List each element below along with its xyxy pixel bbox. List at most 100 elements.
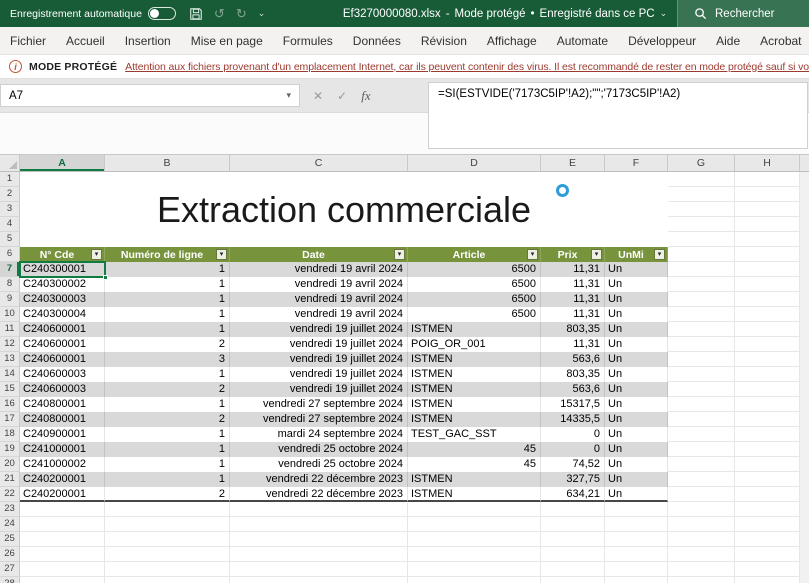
cell-F16[interactable]: Un [605,397,668,412]
cell-B25[interactable] [105,532,230,547]
select-all-corner[interactable] [0,155,20,171]
cell-H24[interactable] [735,517,800,532]
filter-button[interactable]: ▾ [394,249,405,260]
table-header-E6[interactable]: Prix▾ [541,247,605,262]
cell-H26[interactable] [735,547,800,562]
cell-F26[interactable] [605,547,668,562]
filter-button[interactable]: ▾ [91,249,102,260]
cell-A25[interactable] [20,532,105,547]
cell-F9[interactable]: Un [605,292,668,307]
cell-B19[interactable]: 1 [105,442,230,457]
cell-B17[interactable]: 2 [105,412,230,427]
cell-A9[interactable]: C240300003 [20,292,105,307]
cell-E24[interactable] [541,517,605,532]
cell-D24[interactable] [408,517,541,532]
cell-G21[interactable] [668,472,735,487]
cell-G26[interactable] [668,547,735,562]
cell-D9[interactable]: 6500 [408,292,541,307]
cell-H5[interactable] [735,232,800,247]
row-header-17[interactable]: 17 [0,412,20,427]
table-header-B6[interactable]: Numéro de ligne▾ [105,247,230,262]
cell-H2[interactable] [735,187,800,202]
row-header-7[interactable]: 7 [0,262,20,277]
ribbon-tab-acrobat[interactable]: Acrobat [750,27,809,54]
cell-G8[interactable] [668,277,735,292]
cell-D25[interactable] [408,532,541,547]
row-header-26[interactable]: 26 [0,547,20,562]
cell-B28[interactable] [105,577,230,583]
cell-A19[interactable]: C241000001 [20,442,105,457]
cell-D8[interactable]: 6500 [408,277,541,292]
cell-H17[interactable] [735,412,800,427]
cell-H20[interactable] [735,457,800,472]
cell-D13[interactable]: ISTMEN [408,352,541,367]
cell-G4[interactable] [668,217,735,232]
cell-C25[interactable] [230,532,408,547]
cell-C21[interactable]: vendredi 22 décembre 2023 [230,472,408,487]
cell-A15[interactable]: C240600003 [20,382,105,397]
row-header-28[interactable]: 28 [0,577,20,583]
cell-E27[interactable] [541,562,605,577]
search-box[interactable]: Rechercher [677,0,809,27]
row-header-11[interactable]: 11 [0,322,20,337]
cell-F13[interactable]: Un [605,352,668,367]
cell-G19[interactable] [668,442,735,457]
cell-C28[interactable] [230,577,408,583]
cell-D11[interactable]: ISTMEN [408,322,541,337]
cell-E12[interactable]: 11,31 [541,337,605,352]
cell-E22[interactable]: 634,21 [541,487,605,502]
cell-D20[interactable]: 45 [408,457,541,472]
cell-A22[interactable]: C240200001 [20,487,105,502]
cell-A28[interactable] [20,577,105,583]
redo-icon[interactable]: ↻ [236,7,247,20]
cell-H10[interactable] [735,307,800,322]
cell-A14[interactable]: C240600003 [20,367,105,382]
cell-C14[interactable]: vendredi 19 juillet 2024 [230,367,408,382]
formula-input[interactable]: =SI(ESTVIDE('7173C5IP'!A2);"";'7173C5IP'… [428,82,808,149]
cell-E15[interactable]: 563,6 [541,382,605,397]
cell-G11[interactable] [668,322,735,337]
ribbon-tab-insertion[interactable]: Insertion [115,27,181,54]
row-header-12[interactable]: 12 [0,337,20,352]
cell-G7[interactable] [668,262,735,277]
row-header-14[interactable]: 14 [0,367,20,382]
ribbon-tab-accueil[interactable]: Accueil [56,27,115,54]
cell-C12[interactable]: vendredi 19 juillet 2024 [230,337,408,352]
cell-A27[interactable] [20,562,105,577]
document-title[interactable]: Ef3270000080.xlsx - Mode protégé • Enreg… [343,0,667,27]
insert-function-icon[interactable]: fx [354,88,378,104]
row-header-24[interactable]: 24 [0,517,20,532]
cell-G27[interactable] [668,562,735,577]
cell-F8[interactable]: Un [605,277,668,292]
cell-F19[interactable]: Un [605,442,668,457]
cell-H15[interactable] [735,382,800,397]
ribbon-tab-affichage[interactable]: Affichage [477,27,547,54]
cell-C13[interactable]: vendredi 19 juillet 2024 [230,352,408,367]
cell-G18[interactable] [668,427,735,442]
ribbon-tab-fichier[interactable]: Fichier [0,27,56,54]
cell-G20[interactable] [668,457,735,472]
row-header-1[interactable]: 1 [0,172,20,187]
cell-C16[interactable]: vendredi 27 septembre 2024 [230,397,408,412]
cell-A11[interactable]: C240600001 [20,322,105,337]
cell-H1[interactable] [735,172,800,187]
cell-H25[interactable] [735,532,800,547]
cell-B12[interactable]: 2 [105,337,230,352]
cell-G25[interactable] [668,532,735,547]
cell-G14[interactable] [668,367,735,382]
cell-D15[interactable]: ISTMEN [408,382,541,397]
cell-H18[interactable] [735,427,800,442]
cell-D7[interactable]: 6500 [408,262,541,277]
row-header-13[interactable]: 13 [0,352,20,367]
filter-button[interactable]: ▾ [216,249,227,260]
cell-A21[interactable]: C240200001 [20,472,105,487]
row-header-27[interactable]: 27 [0,562,20,577]
cell-F7[interactable]: Un [605,262,668,277]
cell-H11[interactable] [735,322,800,337]
cell-C27[interactable] [230,562,408,577]
cell-G10[interactable] [668,307,735,322]
cell-C23[interactable] [230,502,408,517]
cell-B14[interactable]: 1 [105,367,230,382]
cell-H8[interactable] [735,277,800,292]
cell-B24[interactable] [105,517,230,532]
